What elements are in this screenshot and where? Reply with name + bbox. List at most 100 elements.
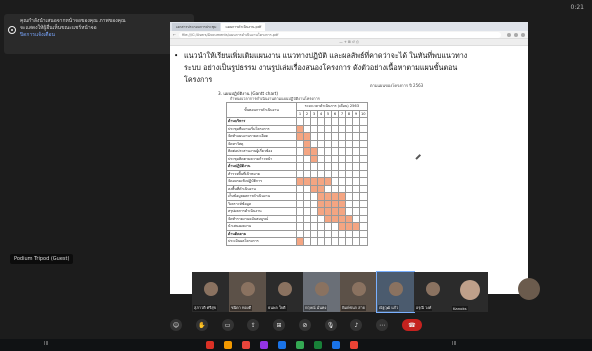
gantt-empty-cell xyxy=(352,169,360,178)
gantt-empty-cell xyxy=(317,237,325,246)
gantt-bar-cell xyxy=(303,177,311,186)
gantt-empty-cell xyxy=(296,184,304,193)
gantt-empty-cell xyxy=(296,192,304,201)
participant-video xyxy=(277,282,292,296)
gantt-empty-cell xyxy=(317,229,325,238)
month-header: 7 xyxy=(338,109,346,118)
table-row: ด้านบริหาร xyxy=(226,117,368,126)
gantt-bar-cell xyxy=(331,192,339,201)
participant-tile[interactable]: ธนพล ใจดี xyxy=(266,272,303,312)
browser-tab[interactable]: เอกสารประกอบการประชุม xyxy=(172,23,221,31)
captions-icon[interactable]: ▭ xyxy=(221,319,234,331)
participant-tile[interactable]: อรุณี วงศ์ xyxy=(414,272,451,312)
participant-tile[interactable]: Kanoks xyxy=(451,272,488,312)
raise-hand-icon[interactable]: ✋ xyxy=(195,319,208,331)
taskbar-menu-left[interactable]: III xyxy=(44,341,48,347)
gantt-empty-cell xyxy=(345,207,353,216)
gantt-empty-cell xyxy=(345,154,353,163)
taskbar-app-icon[interactable] xyxy=(242,341,250,349)
star-icon[interactable] xyxy=(507,32,511,37)
gantt-empty-cell xyxy=(345,132,353,141)
taskbar-menu-right[interactable]: III xyxy=(452,341,456,347)
gantt-empty-cell xyxy=(303,237,311,246)
back-icon[interactable]: ← xyxy=(173,33,176,37)
taskbar-app-icon[interactable] xyxy=(224,341,232,349)
present-icon[interactable]: ⇪ xyxy=(247,319,260,331)
gantt-empty-cell xyxy=(296,214,304,223)
activity-label: จัดอบรมเชิงปฏิบัติการ xyxy=(226,177,297,186)
gantt-empty-cell xyxy=(338,147,346,156)
gantt-bar-cell xyxy=(317,199,325,208)
participant-video xyxy=(203,282,218,296)
taskbar-app-icon[interactable] xyxy=(314,341,322,349)
taskbar-app-icon[interactable] xyxy=(296,341,304,349)
gantt-empty-cell xyxy=(324,229,332,238)
participant-tile[interactable]: ชนิดา ทองดี xyxy=(229,272,266,312)
participant-name: Kanoks xyxy=(452,306,468,311)
gantt-empty-cell xyxy=(317,132,325,141)
browser-tab-active[interactable]: แผนการดำเนินงาน.pdf xyxy=(221,23,266,31)
camera-off-icon[interactable]: ⊘ xyxy=(298,319,311,331)
gantt-empty-cell xyxy=(352,162,360,171)
gantt-bar-cell xyxy=(303,132,311,141)
reactions-icon[interactable]: ☺ xyxy=(170,319,182,331)
taskbar-app-icon[interactable] xyxy=(260,341,268,349)
month-header: 6 xyxy=(331,109,339,118)
gantt-empty-cell xyxy=(310,192,318,201)
gantt-empty-cell xyxy=(345,147,353,156)
notice-line1: คุณกำลังนำเสนอจากหน้าจอของคุณ ภาพของคุณ xyxy=(20,18,126,24)
activity-label: ประชุมติดตามความก้าวหน้า xyxy=(226,154,297,163)
gantt-empty-cell xyxy=(352,207,360,216)
gantt-empty-cell xyxy=(303,154,311,163)
gantt-empty-cell xyxy=(303,222,311,231)
gantt-empty-cell xyxy=(331,162,339,171)
taskbar-app-icon[interactable] xyxy=(206,341,214,349)
gantt-empty-cell xyxy=(352,139,360,148)
pdf-toolbar: — + ⊞ ↺ ⎙ xyxy=(170,39,528,46)
volume-icon[interactable]: ♪ xyxy=(350,319,363,331)
extensions-icon[interactable] xyxy=(514,32,518,37)
gantt-empty-cell xyxy=(310,117,318,126)
profile-icon[interactable] xyxy=(521,32,525,37)
notice-link[interactable]: ปิดการแจ้งเตือน xyxy=(20,32,180,39)
gantt-empty-cell xyxy=(338,154,346,163)
gantt-empty-cell xyxy=(359,199,368,208)
bullet-icon: • xyxy=(174,51,179,60)
grid-icon[interactable]: ⊞ xyxy=(273,319,286,331)
gantt-empty-cell xyxy=(359,184,368,193)
gantt-empty-cell xyxy=(324,154,332,163)
taskbar-app-icon[interactable] xyxy=(278,341,286,349)
participant-tile[interactable]: พิมพ์ชนก สาย xyxy=(340,272,377,312)
gantt-empty-cell xyxy=(324,124,332,133)
participant-tile[interactable]: ณัฐวุฒิ แก้ว xyxy=(376,271,415,313)
participant-tile[interactable]: กฤษณ์ มั่นคง xyxy=(303,272,340,312)
mic-off-icon[interactable]: 🎙 xyxy=(324,319,337,331)
gantt-empty-cell xyxy=(296,199,304,208)
gantt-empty-cell xyxy=(338,237,346,246)
gantt-empty-cell xyxy=(303,214,311,223)
activity-label: ประเมินผลโครงการ xyxy=(226,237,297,246)
taskbar-app-icon[interactable] xyxy=(332,341,340,349)
month-header: 5 xyxy=(324,109,332,118)
gantt-empty-cell xyxy=(331,222,339,231)
gantt-empty-cell xyxy=(331,184,339,193)
gantt-empty-cell xyxy=(331,177,339,186)
participant-name: สุภาวดี ศรีสุข xyxy=(193,305,218,311)
gantt-empty-cell xyxy=(345,192,353,201)
participant-tile[interactable]: สุภาวดี ศรีสุข xyxy=(192,272,229,312)
participant-avatar[interactable] xyxy=(518,278,540,300)
participant-name: พิมพ์ชนก สาย xyxy=(341,305,366,311)
end-call-icon[interactable]: ☎ xyxy=(401,319,422,331)
gantt-table: ขั้นตอนการดำเนินงาน ระยะเวลาดำเนินการ (เ… xyxy=(226,102,368,246)
url-field[interactable]: file:///C:/Users/Documents/แผนการดำเนินง… xyxy=(178,31,501,38)
gantt-empty-cell xyxy=(310,199,318,208)
activity-label: จัดทำแผนงานรายละเอียด xyxy=(226,132,297,141)
more-icon[interactable]: ⋯ xyxy=(376,319,389,331)
table-row: จัดหาวัสดุ xyxy=(226,139,368,148)
month-header: 4 xyxy=(317,109,325,118)
bullet-text: แนวนำให้เรียนเพิ่มเติมแผนงาน แนวทางปฏิบั… xyxy=(184,51,468,84)
month-header: 9 xyxy=(352,109,360,118)
gantt-bar-cell xyxy=(345,222,353,231)
taskbar-app-icon[interactable] xyxy=(350,341,358,349)
gantt-empty-cell xyxy=(352,192,360,201)
